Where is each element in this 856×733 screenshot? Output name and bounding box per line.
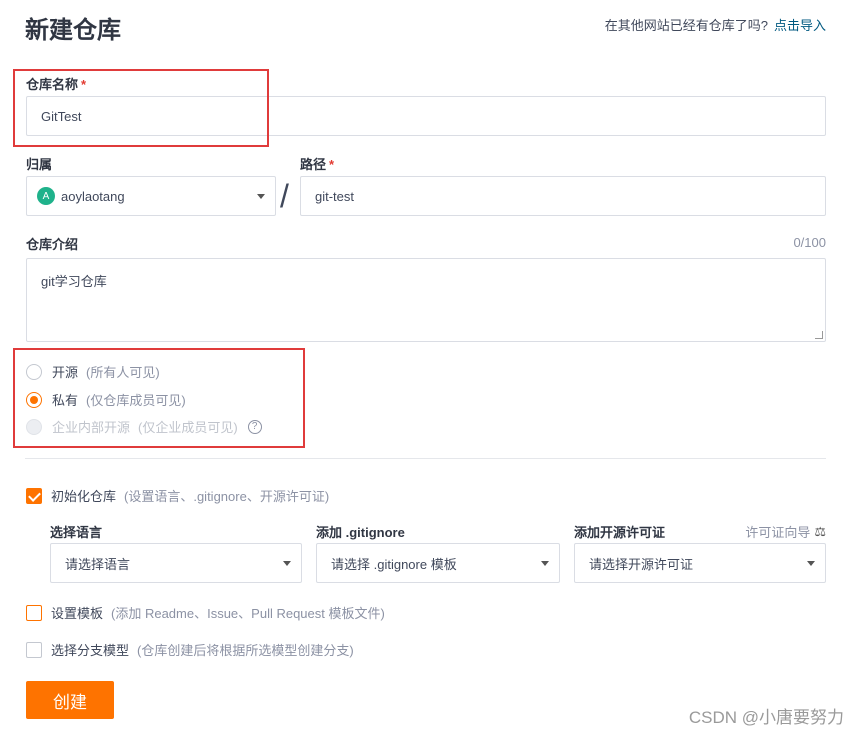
- branch-model-checkbox-row[interactable]: 选择分支模型 (仓库创建后将根据所选模型创建分支): [26, 640, 354, 659]
- resize-handle[interactable]: [815, 331, 823, 339]
- init-repo-hint: (设置语言、.gitignore、开源许可证): [124, 489, 330, 504]
- highlight-box-visibility: [13, 348, 305, 448]
- chevron-down-icon: [807, 561, 815, 566]
- path-label: 路径 *: [300, 154, 334, 173]
- gitignore-label: 添加 .gitignore: [316, 525, 405, 540]
- required-mark: *: [329, 157, 335, 172]
- language-select[interactable]: 请选择语言: [50, 543, 302, 583]
- checkbox-unchecked[interactable]: [26, 641, 42, 658]
- init-repo-label: 初始化仓库: [51, 489, 117, 504]
- owner-select[interactable]: A aoylaotang: [26, 176, 276, 216]
- license-guide-link[interactable]: 许可证向导 ⚖: [745, 522, 826, 541]
- import-prompt-text: 在其他网站已经有仓库了吗?: [604, 18, 768, 33]
- language-placeholder: 请选择语言: [65, 556, 131, 572]
- template-checkbox-row[interactable]: 设置模板 (添加 Readme、Issue、Pull Request 模板文件): [26, 603, 385, 622]
- avatar: A: [37, 187, 55, 205]
- license-placeholder: 请选择开源许可证: [589, 556, 694, 572]
- init-repo-checkbox-row[interactable]: 初始化仓库 (设置语言、.gitignore、开源许可证): [26, 486, 329, 505]
- path-value: git-test: [315, 188, 355, 204]
- path-input[interactable]: git-test: [300, 176, 826, 216]
- template-hint: (添加 Readme、Issue、Pull Request 模板文件): [111, 606, 385, 621]
- license-guide-text: 许可证向导: [745, 525, 811, 540]
- gitignore-placeholder: 请选择 .gitignore 模板: [331, 556, 457, 572]
- watermark: CSDN @小唐要努力: [688, 708, 844, 727]
- highlight-box-repo-name: [13, 69, 269, 147]
- language-label: 选择语言: [50, 525, 103, 540]
- owner-value: aoylaotang: [61, 188, 125, 204]
- chevron-down-icon: [283, 561, 291, 566]
- create-button[interactable]: 创建: [26, 681, 114, 719]
- path-label-text: 路径: [300, 157, 327, 172]
- checkbox-unchecked[interactable]: [26, 604, 42, 621]
- description-counter: 0/100: [793, 235, 826, 250]
- description-textarea[interactable]: git学习仓库: [26, 258, 826, 342]
- chevron-down-icon: [541, 561, 549, 566]
- license-select[interactable]: 请选择开源许可证: [574, 543, 826, 583]
- branch-model-label: 选择分支模型: [51, 643, 130, 658]
- scale-icon: ⚖: [814, 523, 826, 539]
- page-title: 新建仓库: [25, 17, 121, 44]
- divider: [25, 458, 826, 459]
- chevron-down-icon: [257, 194, 265, 199]
- description-label: 仓库介绍: [26, 237, 79, 252]
- import-link[interactable]: 点击导入: [774, 18, 826, 33]
- checkbox-checked[interactable]: [26, 487, 42, 504]
- description-value: git学习仓库: [41, 274, 107, 289]
- branch-model-hint: (仓库创建后将根据所选模型创建分支): [137, 643, 354, 658]
- path-separator: /: [280, 178, 289, 214]
- gitignore-select[interactable]: 请选择 .gitignore 模板: [316, 543, 560, 583]
- license-label: 添加开源许可证: [574, 525, 666, 540]
- owner-label: 归属: [26, 157, 53, 172]
- import-prompt: 在其他网站已经有仓库了吗? 点击导入: [605, 15, 826, 34]
- template-label: 设置模板: [51, 606, 104, 621]
